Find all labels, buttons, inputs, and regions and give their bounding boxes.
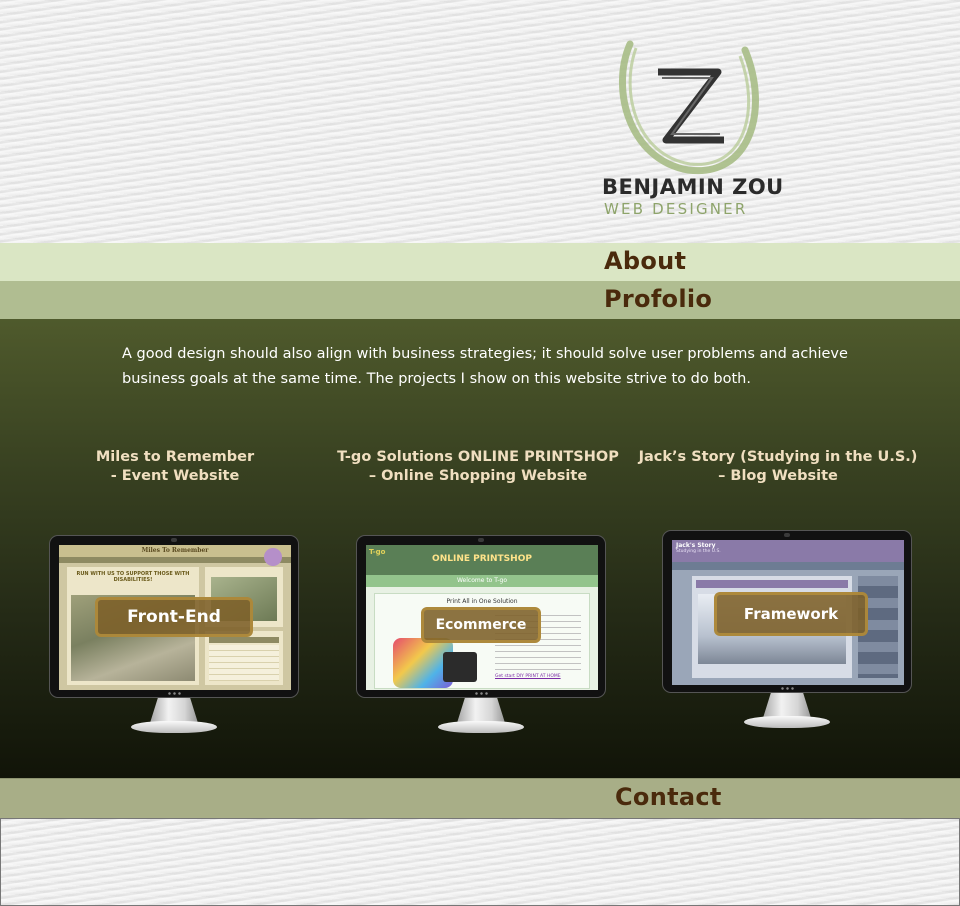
- camera-dot: [171, 538, 177, 542]
- project-title-miles: Miles to Remember - Event Website: [70, 448, 280, 486]
- monitor-indicator: [474, 692, 490, 695]
- tag-front-end-button[interactable]: Front-End: [95, 597, 253, 637]
- screen-title: Miles To Remember: [59, 545, 291, 557]
- nav-portfolio-bar[interactable]: Profolio: [0, 281, 960, 319]
- tag-ecommerce-button[interactable]: Ecommerce: [421, 607, 541, 643]
- site-header: BENJAMIN ZOU WEB DESIGNER: [0, 0, 960, 243]
- project-title-line: Jack’s Story (Studying in the U.S.): [638, 449, 918, 465]
- monitor-base: [744, 716, 830, 728]
- project-card-jack[interactable]: Jack's Story Studying in the U.S. Framew…: [662, 530, 912, 730]
- screen-link: Get start DIY PRINT AT HOME: [495, 674, 561, 679]
- nav-contact-bar[interactable]: Contact: [0, 778, 960, 818]
- project-title-tgo: T-go Solutions ONLINE PRINTSHOP – Online…: [330, 448, 626, 486]
- project-title-line: – Online Shopping Website: [368, 468, 588, 484]
- monitor-indicator: [167, 692, 183, 695]
- intro-text: A good design should also align with bus…: [122, 346, 848, 387]
- site-footer: [0, 818, 960, 906]
- tag-framework-button[interactable]: Framework: [714, 592, 868, 636]
- logo-role: WEB DESIGNER: [604, 200, 748, 218]
- screen-subtitle: Print All in One Solution: [446, 598, 518, 605]
- camera-dot: [478, 538, 484, 542]
- project-title-line: - Event Website: [110, 468, 240, 484]
- portfolio-section: A good design should also align with bus…: [0, 319, 960, 778]
- monitor-base: [131, 721, 217, 733]
- nav-portfolio-link[interactable]: Profolio: [604, 285, 712, 313]
- nav-contact-link[interactable]: Contact: [615, 783, 722, 811]
- project-card-tgo[interactable]: T-go ONLINE PRINTSHOP Welcome to T-go Pr…: [356, 535, 606, 735]
- project-title-line: T-go Solutions ONLINE PRINTSHOP: [337, 449, 619, 465]
- nav-about-link[interactable]: About: [604, 247, 686, 275]
- screen-title: ONLINE PRINTSHOP: [432, 554, 532, 564]
- monitor-base: [438, 721, 524, 733]
- project-title-jack: Jack’s Story (Studying in the U.S.) – Bl…: [638, 448, 918, 486]
- nav-about-bar[interactable]: About: [0, 243, 960, 281]
- screen-headline: RUN WITH US TO SUPPORT THOSE WITH DISABI…: [76, 571, 190, 583]
- project-title-line: – Blog Website: [718, 468, 838, 484]
- camera-dot: [784, 533, 790, 537]
- project-card-miles[interactable]: Miles To Remember RUN WITH US TO SUPPORT…: [49, 535, 299, 735]
- screen-title: Jack's Story: [676, 542, 716, 549]
- logo-name: BENJAMIN ZOU: [602, 175, 784, 199]
- project-title-line: Miles to Remember: [95, 449, 255, 465]
- screen-subtitle: Studying in the U.S.: [676, 549, 721, 554]
- monitor-indicator: [780, 687, 796, 690]
- screen-welcome: Welcome to T-go: [366, 575, 598, 587]
